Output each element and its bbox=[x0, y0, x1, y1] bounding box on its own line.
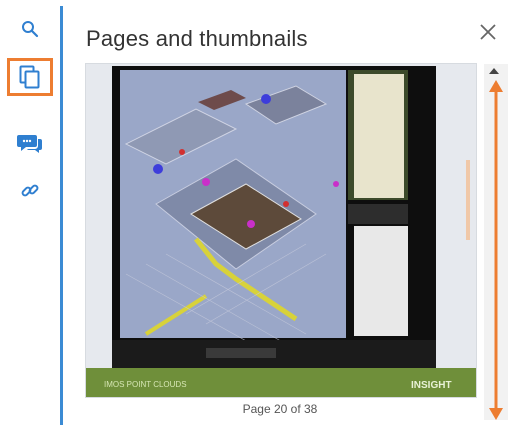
thumbnail-footer-right: INSIGHT bbox=[411, 380, 452, 391]
search-icon bbox=[22, 21, 39, 38]
thumbnail-footer-left: IMOS POINT CLOUDS bbox=[104, 380, 187, 389]
close-button[interactable] bbox=[474, 18, 502, 46]
close-icon bbox=[480, 24, 496, 40]
scroll-annotation-arrow-icon bbox=[489, 80, 503, 420]
tool-sidebar bbox=[0, 0, 63, 425]
scroll-up-arrow-icon[interactable] bbox=[489, 68, 499, 74]
panel-title: Pages and thumbnails bbox=[86, 26, 308, 51]
pages-thumbnails-button[interactable] bbox=[7, 58, 53, 96]
page-thumbnail[interactable]: IMOS POINT CLOUDS INSIGHT bbox=[85, 63, 477, 398]
search-button[interactable] bbox=[7, 10, 53, 48]
link-icon bbox=[21, 184, 39, 197]
pages-icon bbox=[19, 65, 40, 89]
sidebar-divider bbox=[60, 6, 63, 425]
link-button[interactable] bbox=[7, 172, 53, 210]
vertical-scrollbar[interactable] bbox=[484, 64, 508, 420]
comment-icon bbox=[17, 135, 42, 153]
page-indicator: Page 20 of 38 bbox=[242, 402, 318, 416]
comments-button[interactable] bbox=[7, 124, 53, 162]
thumbnail-image: IMOS POINT CLOUDS INSIGHT bbox=[86, 66, 476, 397]
thumbnail-edge-marker bbox=[466, 160, 470, 240]
